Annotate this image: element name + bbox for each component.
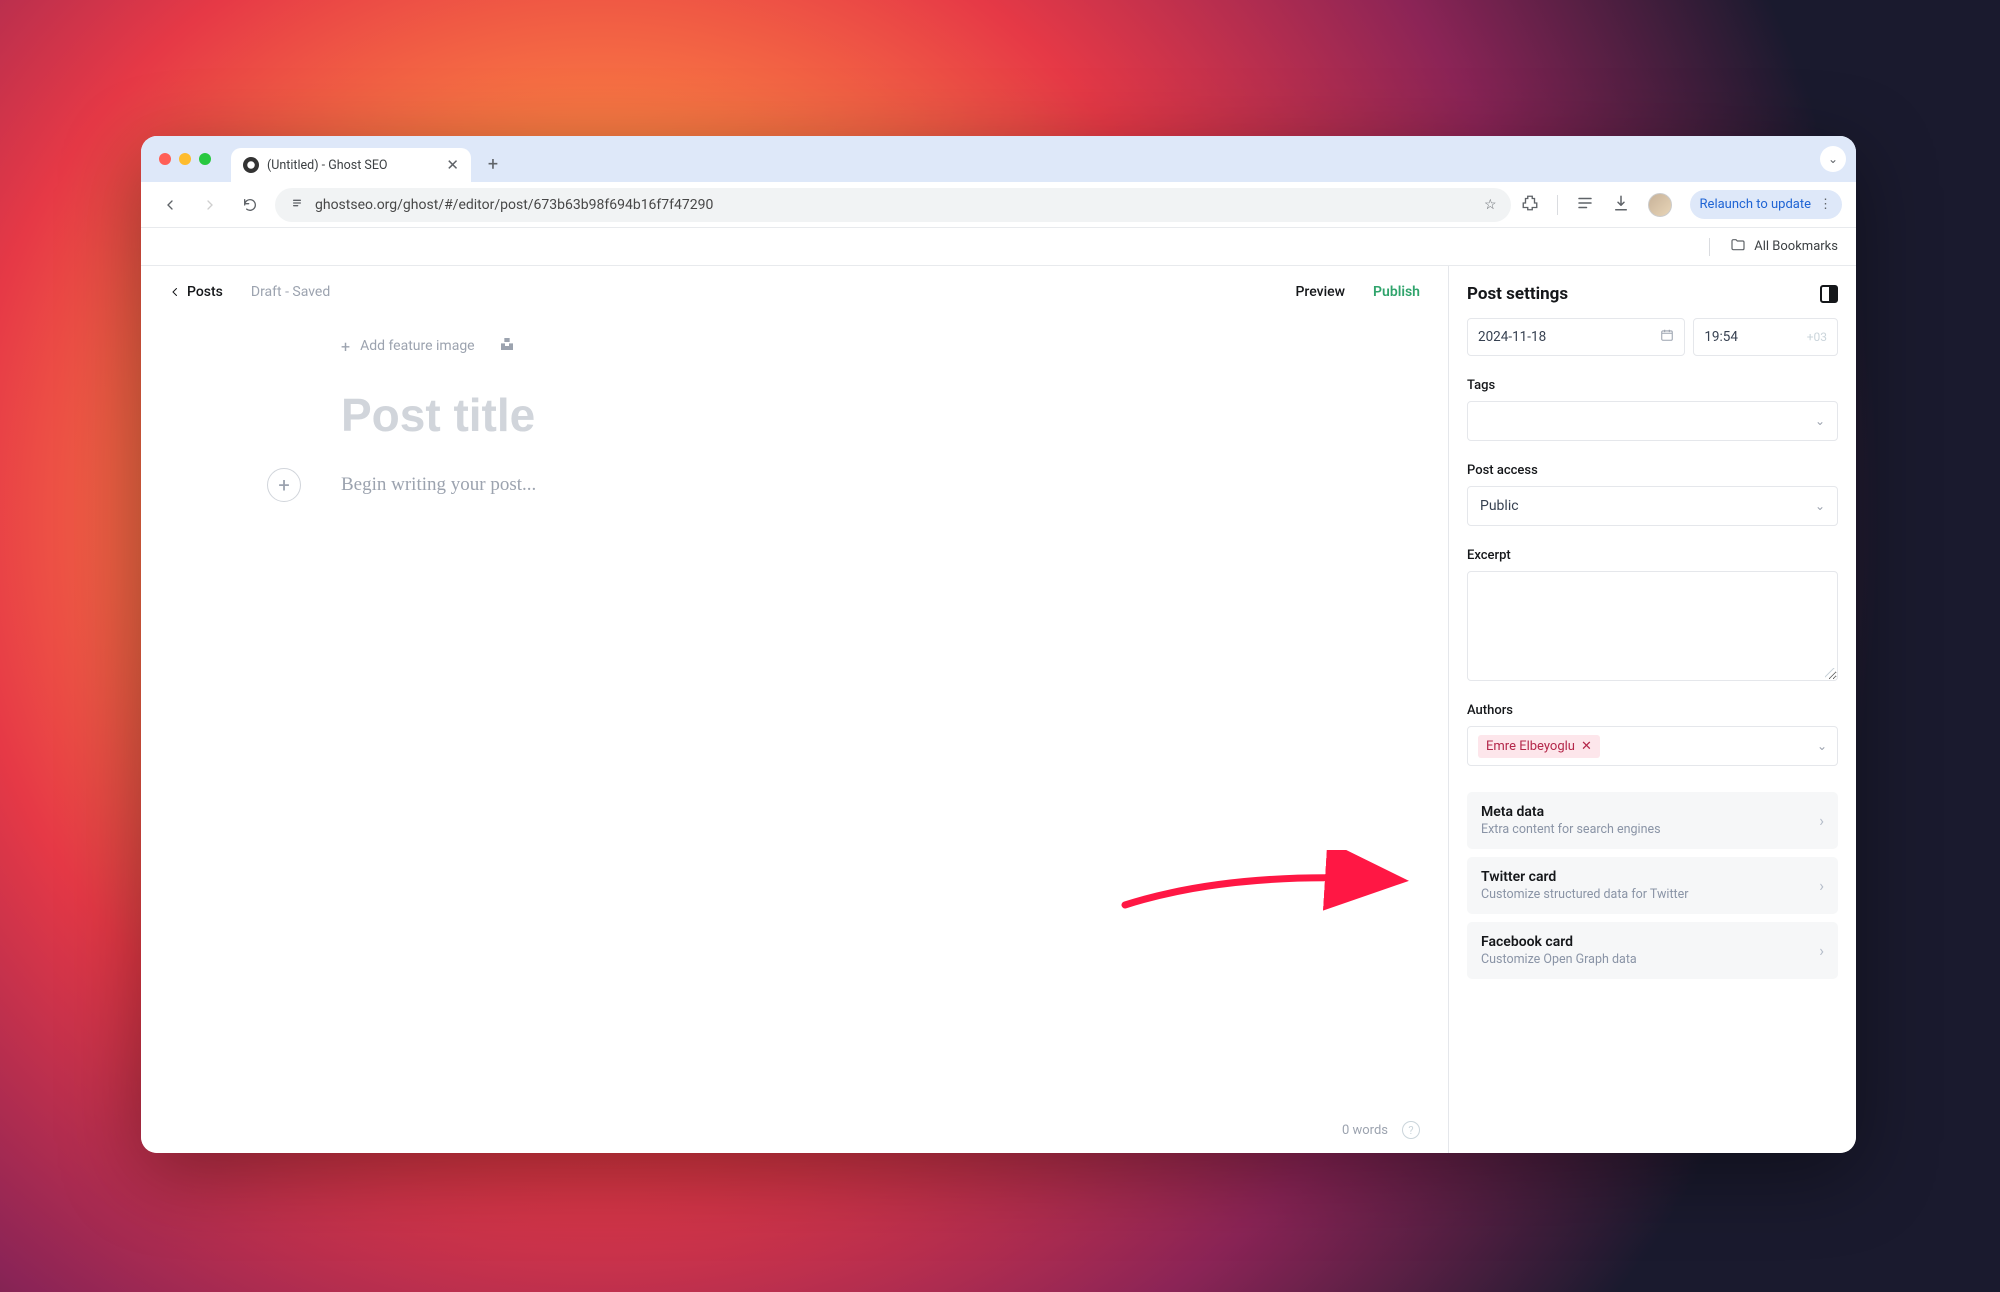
meta-title: Facebook card: [1481, 934, 1637, 950]
close-tab-button[interactable]: ✕: [446, 156, 459, 174]
post-title-input[interactable]: [341, 388, 1256, 442]
authors-label: Authors: [1467, 703, 1838, 718]
post-access-select[interactable]: Public ⌄: [1467, 486, 1838, 526]
chevron-down-icon: ⌄: [1815, 414, 1825, 428]
profile-avatar[interactable]: [1648, 193, 1672, 217]
forward-button[interactable]: [195, 190, 225, 220]
minimize-window-button[interactable]: [179, 153, 191, 165]
window-controls: [159, 153, 211, 165]
relaunch-button[interactable]: Relaunch to update ⋮: [1690, 190, 1842, 219]
relaunch-label: Relaunch to update: [1700, 197, 1811, 212]
download-icon[interactable]: [1612, 194, 1630, 216]
tab-title: (Untitled) - Ghost SEO: [267, 158, 438, 173]
add-feature-image[interactable]: + Add feature image: [341, 336, 1448, 356]
time-value: 19:54: [1704, 329, 1738, 345]
authors-select[interactable]: Emre Elbeyoglu ✕ ⌄: [1467, 726, 1838, 766]
author-name: Emre Elbeyoglu: [1486, 739, 1575, 754]
editor-body: + Add feature image + Begin writing your…: [141, 318, 1448, 1153]
plus-icon: +: [341, 337, 350, 356]
body-placeholder[interactable]: Begin writing your post...: [341, 474, 536, 496]
tags-label: Tags: [1467, 378, 1838, 393]
address-bar[interactable]: ghostseo.org/ghost/#/editor/post/673b63b…: [275, 188, 1511, 222]
meta-subtitle: Extra content for search engines: [1481, 822, 1661, 837]
all-bookmarks-link[interactable]: All Bookmarks: [1754, 239, 1838, 254]
feature-image-label: Add feature image: [360, 338, 475, 354]
excerpt-textarea[interactable]: [1467, 571, 1838, 681]
posts-label: Posts: [187, 284, 223, 300]
date-value: 2024-11-18: [1478, 329, 1546, 345]
tab-favicon: [243, 157, 259, 173]
meta-list: Meta data Extra content for search engin…: [1467, 792, 1838, 979]
meta-data-item[interactable]: Meta data Extra content for search engin…: [1467, 792, 1838, 849]
editor-pane: Posts Draft - Saved Preview Publish + Ad…: [141, 266, 1448, 1153]
chevron-right-icon: ›: [1819, 941, 1824, 960]
reload-button[interactable]: [235, 190, 265, 220]
back-to-posts-link[interactable]: Posts: [169, 284, 223, 300]
chevron-right-icon: ›: [1819, 811, 1824, 830]
extensions-icon[interactable]: [1521, 194, 1539, 216]
ghost-editor-app: Posts Draft - Saved Preview Publish + Ad…: [141, 266, 1856, 1153]
bookmark-star-icon[interactable]: ☆: [1484, 197, 1497, 213]
editor-footer: 0 words ?: [1342, 1121, 1420, 1139]
calendar-icon: [1660, 328, 1674, 346]
chevron-down-icon: ⌄: [1817, 739, 1827, 753]
browser-tab-bar: (Untitled) - Ghost SEO ✕ + ⌄: [141, 136, 1856, 182]
post-access-label: Post access: [1467, 463, 1838, 478]
unsplash-icon[interactable]: [499, 336, 515, 356]
browser-tab[interactable]: (Untitled) - Ghost SEO ✕: [231, 148, 471, 182]
meta-subtitle: Customize Open Graph data: [1481, 952, 1637, 967]
publish-button[interactable]: Publish: [1373, 284, 1420, 300]
twitter-card-item[interactable]: Twitter card Customize structured data f…: [1467, 857, 1838, 914]
maximize-window-button[interactable]: [199, 153, 211, 165]
divider: [1709, 238, 1710, 256]
toggle-panel-icon[interactable]: [1820, 285, 1838, 303]
help-icon[interactable]: ?: [1402, 1121, 1420, 1139]
settings-title: Post settings: [1467, 284, 1568, 304]
meta-title: Meta data: [1481, 804, 1661, 820]
bookmarks-bar: All Bookmarks: [141, 228, 1856, 266]
publish-date-input[interactable]: 2024-11-18: [1467, 318, 1685, 356]
menu-dots-icon[interactable]: ⋮: [1819, 197, 1832, 212]
publish-time-input[interactable]: 19:54 +03: [1693, 318, 1838, 356]
excerpt-label: Excerpt: [1467, 548, 1838, 563]
word-count: 0 words: [1342, 1123, 1388, 1138]
remove-author-button[interactable]: ✕: [1581, 739, 1592, 754]
folder-icon: [1730, 237, 1746, 257]
meta-title: Twitter card: [1481, 869, 1689, 885]
editor-header: Posts Draft - Saved Preview Publish: [141, 266, 1448, 318]
reading-list-icon[interactable]: [1576, 194, 1594, 216]
browser-window: (Untitled) - Ghost SEO ✕ + ⌄ ghostseo.or…: [141, 136, 1856, 1153]
add-block-button[interactable]: +: [267, 468, 301, 502]
site-info-icon[interactable]: [289, 195, 305, 215]
post-settings-panel: Post settings 2024-11-18 19:54 +03 Tags …: [1448, 266, 1856, 1153]
chevron-right-icon: ›: [1819, 876, 1824, 895]
close-window-button[interactable]: [159, 153, 171, 165]
meta-subtitle: Customize structured data for Twitter: [1481, 887, 1689, 902]
new-tab-button[interactable]: +: [479, 150, 507, 178]
author-pill: Emre Elbeyoglu ✕: [1478, 735, 1600, 758]
preview-button[interactable]: Preview: [1295, 284, 1345, 300]
timezone-label: +03: [1807, 330, 1827, 344]
tabs-dropdown-button[interactable]: ⌄: [1820, 146, 1846, 172]
facebook-card-item[interactable]: Facebook card Customize Open Graph data …: [1467, 922, 1838, 979]
tags-select[interactable]: ⌄: [1467, 401, 1838, 441]
back-button[interactable]: [155, 190, 185, 220]
url-toolbar: ghostseo.org/ghost/#/editor/post/673b63b…: [141, 182, 1856, 228]
url-text: ghostseo.org/ghost/#/editor/post/673b63b…: [315, 197, 1474, 213]
access-value: Public: [1480, 498, 1519, 514]
chevron-down-icon: ⌄: [1815, 499, 1825, 513]
draft-status: Draft - Saved: [251, 284, 330, 300]
